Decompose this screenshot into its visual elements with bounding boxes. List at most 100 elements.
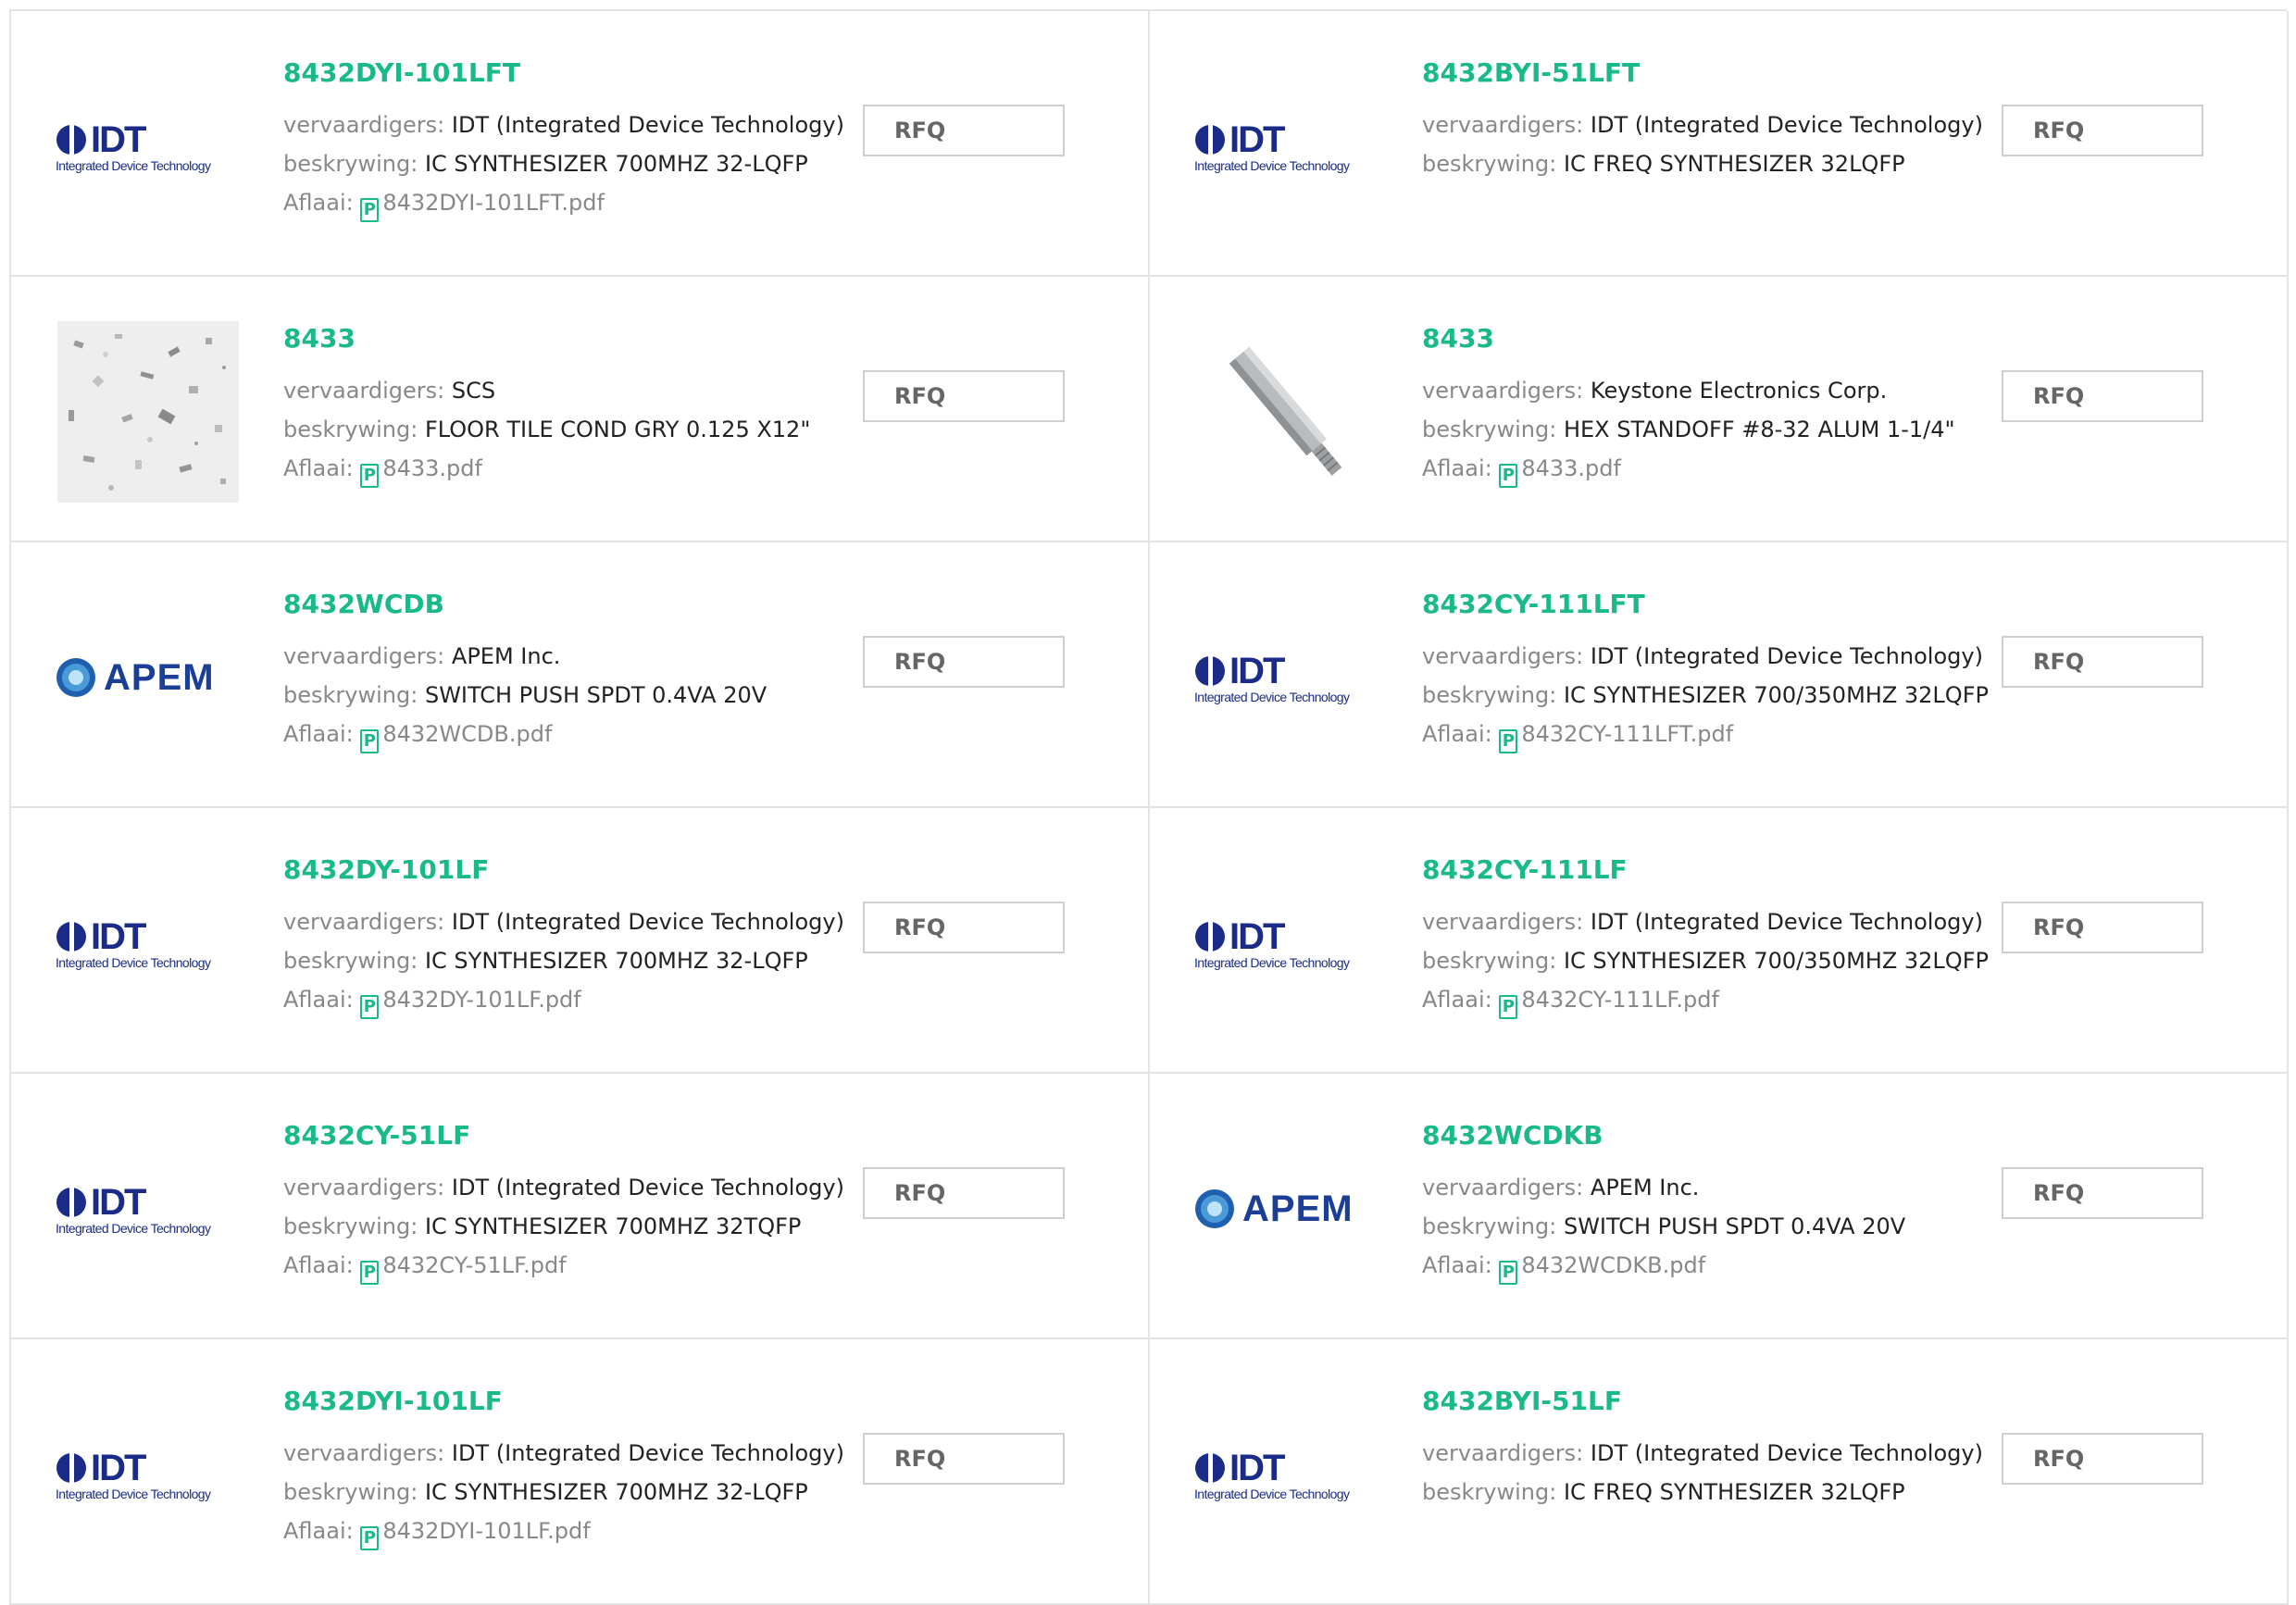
product-image[interactable]: APEM	[56, 585, 241, 770]
datasheet-link[interactable]: 8432DY-101LF.pdf	[382, 987, 580, 1013]
pdf-icon[interactable]: P	[360, 1526, 380, 1550]
idt-wordmark: IDT	[91, 119, 146, 160]
description-line: beskrywing: IC SYNTHESIZER 700MHZ 32TQFP	[283, 1207, 857, 1246]
manufacturer-line: vervaardigers: IDT (Integrated Device Te…	[283, 902, 857, 941]
rfq-button[interactable]: RFQ	[863, 370, 1065, 422]
product-image[interactable]: IDT Integrated Device Technology	[56, 54, 241, 239]
idt-tagline: Integrated Device Technology	[56, 955, 211, 970]
product-image[interactable]: APEM	[1194, 1116, 1379, 1301]
product-card: 8433 vervaardigers: Keystone Electronics…	[1150, 277, 2289, 542]
product-card: IDT Integrated Device Technology 8432DY-…	[11, 808, 1150, 1074]
pdf-icon[interactable]: P	[360, 995, 380, 1019]
part-number-link[interactable]: 8432BYI-51LF	[1422, 1386, 1996, 1417]
datasheet-link[interactable]: 8432CY-51LF.pdf	[382, 1252, 566, 1278]
download-label: Aflaai:	[1422, 987, 1492, 1013]
pdf-icon[interactable]: P	[1499, 995, 1518, 1019]
product-card: APEM 8432WCDKB vervaardigers: APEM Inc. …	[1150, 1074, 2289, 1339]
manufacturer-line: vervaardigers: IDT (Integrated Device Te…	[1422, 637, 1996, 676]
product-info: 8432BYI-51LF vervaardigers: IDT (Integra…	[1422, 1386, 1996, 1512]
manufacturer-value: IDT (Integrated Device Technology)	[1590, 1440, 1983, 1466]
manufacturer-line: vervaardigers: IDT (Integrated Device Te…	[1422, 106, 1996, 144]
rfq-button[interactable]: RFQ	[2002, 1167, 2203, 1219]
product-image[interactable]: IDT Integrated Device Technology	[56, 1116, 241, 1301]
product-image[interactable]: IDT Integrated Device Technology	[1194, 851, 1379, 1036]
product-card: IDT Integrated Device Technology 8432DYI…	[11, 1339, 1150, 1605]
datasheet-link[interactable]: 8432WCDKB.pdf	[1521, 1252, 1705, 1278]
pdf-icon[interactable]: P	[1499, 464, 1518, 488]
part-number-link[interactable]: 8432CY-111LF	[1422, 854, 1996, 886]
rfq-button[interactable]: RFQ	[863, 636, 1065, 688]
datasheet-link[interactable]: 8433.pdf	[382, 455, 482, 481]
product-image[interactable]: IDT Integrated Device Technology	[1194, 585, 1379, 770]
product-info: 8432WCDKB vervaardigers: APEM Inc. beskr…	[1422, 1120, 1996, 1285]
datasheet-link[interactable]: 8432WCDB.pdf	[382, 721, 552, 747]
rfq-button[interactable]: RFQ	[863, 105, 1065, 156]
product-info: 8432WCDB vervaardigers: APEM Inc. beskry…	[283, 589, 857, 753]
product-card: IDT Integrated Device Technology 8432BYI…	[1150, 11, 2289, 277]
product-info: 8433 vervaardigers: SCS beskrywing: FLOO…	[283, 323, 857, 488]
part-number-link[interactable]: 8432DYI-101LF	[283, 1386, 857, 1417]
description-label: beskrywing:	[1422, 682, 1557, 708]
pdf-icon[interactable]: P	[1499, 729, 1518, 753]
idt-wordmark: IDT	[91, 916, 146, 957]
pdf-icon[interactable]: P	[1499, 1261, 1518, 1285]
part-number-link[interactable]: 8433	[283, 323, 857, 355]
download-label: Aflaai:	[1422, 455, 1492, 481]
idt-mark-icon	[56, 124, 86, 156]
idt-logo: IDT Integrated Device Technology	[56, 1182, 241, 1236]
datasheet-link[interactable]: 8432CY-111LFT.pdf	[1521, 721, 1733, 747]
datasheet-link[interactable]: 8432DYI-101LFT.pdf	[382, 190, 605, 216]
part-number-link[interactable]: 8432CY-51LF	[283, 1120, 857, 1151]
manufacturer-label: vervaardigers:	[1422, 1175, 1584, 1201]
part-number-link[interactable]: 8432DY-101LF	[283, 854, 857, 886]
datasheet-link[interactable]: 8432DYI-101LF.pdf	[382, 1518, 590, 1544]
rfq-button[interactable]: RFQ	[2002, 636, 2203, 688]
pdf-icon[interactable]: P	[360, 464, 380, 488]
description-value: IC SYNTHESIZER 700MHZ 32-LQFP	[424, 1479, 808, 1505]
download-line: Aflaai: P 8432CY-111LF.pdf	[1422, 980, 1996, 1019]
part-number-link[interactable]: 8432WCDB	[283, 589, 857, 620]
part-number-link[interactable]: 8432WCDKB	[1422, 1120, 1996, 1151]
product-image[interactable]	[56, 319, 241, 504]
part-number-link[interactable]: 8432DYI-101LFT	[283, 57, 857, 89]
description-line: beskrywing: FLOOR TILE COND GRY 0.125 X1…	[283, 410, 857, 449]
datasheet-link[interactable]: 8433.pdf	[1521, 455, 1621, 481]
download-line: Aflaai: P 8432DY-101LF.pdf	[283, 980, 857, 1019]
rfq-button[interactable]: RFQ	[2002, 370, 2203, 422]
idt-tagline: Integrated Device Technology	[56, 1487, 211, 1501]
product-image[interactable]: IDT Integrated Device Technology	[56, 1382, 241, 1567]
download-label: Aflaai:	[283, 1518, 354, 1544]
product-info: 8432DYI-101LFT vervaardigers: IDT (Integ…	[283, 57, 857, 222]
pdf-icon[interactable]: P	[360, 1261, 380, 1285]
part-number-link[interactable]: 8432BYI-51LFT	[1422, 57, 1996, 89]
download-line: Aflaai: P 8432CY-111LFT.pdf	[1422, 715, 1996, 753]
product-image[interactable]: IDT Integrated Device Technology	[56, 851, 241, 1036]
product-image[interactable]: IDT Integrated Device Technology	[1194, 1382, 1379, 1567]
apem-logo: APEM	[1194, 1188, 1379, 1230]
description-label: beskrywing:	[283, 1213, 418, 1239]
part-number-link[interactable]: 8432CY-111LFT	[1422, 589, 1996, 620]
rfq-button[interactable]: RFQ	[863, 1167, 1065, 1219]
apem-wordmark: APEM	[1242, 1188, 1354, 1229]
rfq-button[interactable]: RFQ	[863, 1433, 1065, 1485]
description-label: beskrywing:	[283, 151, 418, 177]
product-card: IDT Integrated Device Technology 8432BYI…	[1150, 1339, 2289, 1605]
product-info: 8432DY-101LF vervaardigers: IDT (Integra…	[283, 854, 857, 1019]
manufacturer-value: SCS	[451, 378, 496, 404]
product-image[interactable]: IDT Integrated Device Technology	[1194, 54, 1379, 239]
idt-wordmark: IDT	[91, 1182, 146, 1223]
download-line: Aflaai: P 8432DYI-101LF.pdf	[283, 1512, 857, 1550]
description-line: beskrywing: SWITCH PUSH SPDT 0.4VA 20V	[1422, 1207, 1996, 1246]
rfq-button[interactable]: RFQ	[2002, 902, 2203, 953]
datasheet-link[interactable]: 8432CY-111LF.pdf	[1521, 987, 1719, 1013]
manufacturer-value: IDT (Integrated Device Technology)	[1590, 909, 1983, 935]
pdf-icon[interactable]: P	[360, 729, 380, 753]
manufacturer-label: vervaardigers:	[1422, 378, 1584, 404]
rfq-button[interactable]: RFQ	[863, 902, 1065, 953]
pdf-icon[interactable]: P	[360, 198, 380, 222]
part-number-link[interactable]: 8433	[1422, 323, 1996, 355]
rfq-button[interactable]: RFQ	[2002, 1433, 2203, 1485]
rfq-button[interactable]: RFQ	[2002, 105, 2203, 156]
product-card: 8433 vervaardigers: SCS beskrywing: FLOO…	[11, 277, 1150, 542]
product-image[interactable]	[1194, 319, 1379, 504]
